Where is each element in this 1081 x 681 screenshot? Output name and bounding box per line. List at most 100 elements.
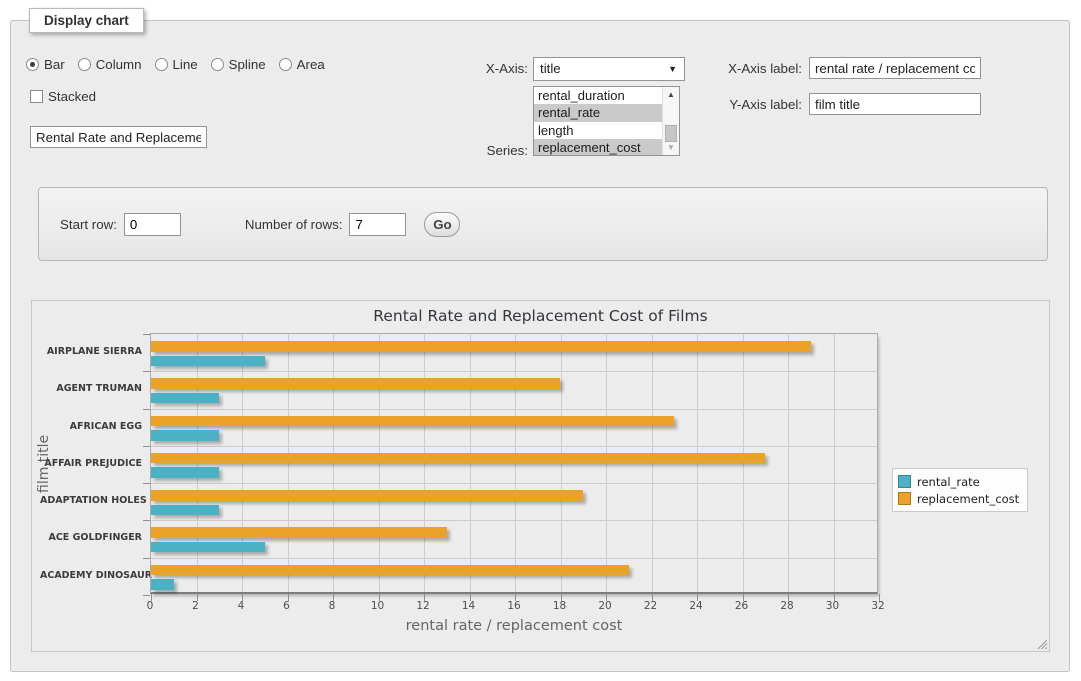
legend-entry: rental_rate: [898, 473, 1019, 490]
x-axis-tick-label: 6: [283, 600, 290, 612]
x-axis-tick-label: 32: [871, 600, 884, 612]
start-row-input[interactable]: [124, 213, 181, 236]
y-axis-tick-mark: [143, 558, 150, 559]
y-axis-tick-mark: [143, 409, 150, 410]
category-label: ACE GOLDFINGER: [40, 519, 142, 556]
fieldset-legend: Display chart: [29, 8, 144, 33]
x-axis-tick-label: 0: [147, 600, 154, 612]
page: Display chart Bar Column Line Spline Are…: [0, 0, 1081, 681]
x-axis-tick-label: 20: [598, 600, 611, 612]
x-axis-tick-label: 26: [735, 600, 748, 612]
gridline-vertical: [834, 334, 835, 592]
bar-replacement_cost: [151, 490, 583, 501]
legend-label: replacement_cost: [917, 492, 1019, 506]
series-options: rental_duration rental_rate length repla…: [534, 87, 662, 155]
x-axis-tick-label: 22: [644, 600, 657, 612]
x-axis-tick-labels: 02468101214161820222426283032: [150, 600, 878, 614]
scroll-down-icon[interactable]: ▼: [663, 140, 679, 155]
chart-type-option-spline[interactable]: Spline: [211, 57, 266, 72]
series-option-replacement-cost[interactable]: replacement_cost: [534, 139, 662, 155]
chart-type-option-bar[interactable]: Bar: [26, 57, 65, 72]
bar-replacement_cost: [151, 341, 811, 352]
legend-label: rental_rate: [917, 475, 980, 489]
legend-swatch-rental_rate: [898, 475, 911, 488]
category-label: ACADEMY DINOSAUR: [40, 557, 142, 594]
chart-title: Rental Rate and Replacement Cost of Film…: [32, 307, 1049, 325]
stacked-label: Stacked: [48, 89, 96, 104]
radio-spline-icon[interactable]: [211, 58, 224, 71]
category-label: AGENT TRUMAN: [40, 370, 142, 407]
x-axis-tick-label: 16: [507, 600, 520, 612]
bar-replacement_cost: [151, 565, 629, 576]
bar-rental_rate: [151, 505, 219, 516]
gridline-horizontal: [151, 446, 877, 447]
gridline-horizontal: [151, 520, 877, 521]
bar-rental_rate: [151, 356, 265, 367]
resize-handle-icon[interactable]: [1036, 638, 1047, 649]
series-option-rental-rate[interactable]: rental_rate: [534, 104, 662, 121]
gridline-horizontal: [151, 483, 877, 484]
series-listbox[interactable]: rental_duration rental_rate length repla…: [533, 86, 680, 156]
scroll-up-icon[interactable]: ▲: [663, 87, 679, 102]
gridline-horizontal: [151, 371, 877, 372]
y-axis-tick-mark: [143, 483, 150, 484]
bar-rental_rate: [151, 542, 265, 553]
x-axis-selected-value: title: [540, 61, 561, 76]
gridline-vertical: [788, 334, 789, 592]
y-axis-category-labels: AIRPLANE SIERRAAGENT TRUMANAFRICAN EGGAF…: [40, 333, 142, 594]
chart-type-option-area[interactable]: Area: [279, 57, 325, 72]
rows-panel: Start row: Number of rows: Go: [38, 187, 1048, 261]
legend-swatch-replacement_cost: [898, 492, 911, 505]
x-axis-tick-label: 10: [371, 600, 384, 612]
x-axis-select[interactable]: title ▼: [533, 57, 685, 81]
y-axis-label-label: Y-Axis label:: [711, 93, 802, 117]
radio-bar-icon[interactable]: [26, 58, 39, 71]
x-axis-tick-label: 24: [689, 600, 702, 612]
chart-type-option-column[interactable]: Column: [78, 57, 142, 72]
plot-area: [150, 333, 878, 594]
y-axis-tick-mark: [143, 446, 150, 447]
x-axis-tick-label: 2: [192, 600, 199, 612]
chart-title-input[interactable]: [30, 126, 207, 148]
series-option-length[interactable]: length: [534, 122, 662, 139]
number-of-rows-label: Number of rows:: [245, 217, 343, 232]
chart-type-radio-group: Bar Column Line Spline Area: [26, 57, 325, 72]
chart-container: Rental Rate and Replacement Cost of Film…: [31, 300, 1050, 652]
chart-type-label: Area: [297, 57, 325, 72]
y-axis-tick-mark: [143, 371, 150, 372]
x-axis-select-label: X-Axis:: [451, 57, 528, 81]
x-axis-title: rental rate / replacement cost: [150, 618, 878, 634]
series-option-rental-duration[interactable]: rental_duration: [534, 87, 662, 104]
category-label: AFFAIR PREJUDICE: [40, 445, 142, 482]
bar-replacement_cost: [151, 416, 674, 427]
x-axis-label-input[interactable]: [809, 57, 981, 79]
x-axis-tick-label: 18: [553, 600, 566, 612]
chart-type-label: Spline: [229, 57, 266, 72]
go-button[interactable]: Go: [424, 212, 460, 237]
y-axis-tick-mark: [143, 520, 150, 521]
x-axis-tick-label: 30: [826, 600, 839, 612]
radio-column-icon[interactable]: [78, 58, 91, 71]
category-label: ADAPTATION HOLES: [40, 482, 142, 519]
checkbox-icon[interactable]: [30, 90, 43, 103]
chart-type-label: Line: [173, 57, 198, 72]
chart-legend: rental_rate replacement_cost: [892, 468, 1028, 512]
y-axis-tick-mark: [143, 334, 150, 335]
x-axis-tick-label: 14: [462, 600, 475, 612]
stacked-checkbox-option[interactable]: Stacked: [30, 89, 96, 104]
display-chart-fieldset: Display chart Bar Column Line Spline Are…: [10, 20, 1070, 672]
number-of-rows-input[interactable]: [349, 213, 406, 236]
x-axis-tick-label: 4: [238, 600, 245, 612]
radio-line-icon[interactable]: [155, 58, 168, 71]
dropdown-arrow-icon: ▼: [668, 58, 677, 80]
y-axis-label-input[interactable]: [809, 93, 981, 115]
bar-replacement_cost: [151, 378, 560, 389]
listbox-scrollbar[interactable]: ▲ ▼: [662, 87, 679, 155]
bar-rental_rate: [151, 579, 174, 590]
x-axis-label-label: X-Axis label:: [711, 57, 802, 81]
chart-type-option-line[interactable]: Line: [155, 57, 198, 72]
radio-area-icon[interactable]: [279, 58, 292, 71]
y-axis-tick-mark: [143, 595, 150, 596]
chart-type-label: Bar: [44, 57, 65, 72]
x-axis-tick-label: 12: [416, 600, 429, 612]
